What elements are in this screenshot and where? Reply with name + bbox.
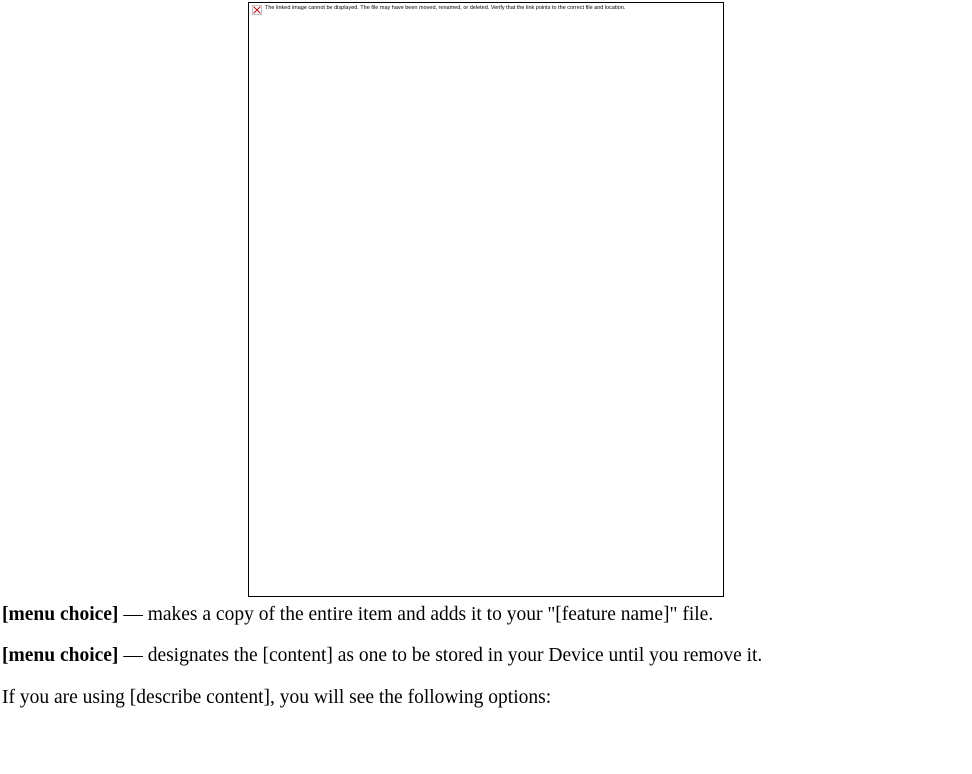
image-placeholder-row: The linked image cannot be displayed. Th…: [252, 5, 720, 15]
menu-description: designates the [content] as one to be st…: [148, 645, 763, 666]
menu-description: makes a copy of the entire item and adds…: [148, 604, 714, 625]
broken-image-text: The linked image cannot be displayed. Th…: [265, 5, 625, 12]
document-body: [menu choice] — makes a copy of the enti…: [0, 601, 972, 711]
separator: —: [118, 604, 147, 625]
menu-label: [menu choice]: [2, 645, 118, 666]
menu-entry: [menu choice] — makes a copy of the enti…: [2, 601, 968, 628]
broken-image-box: The linked image cannot be displayed. Th…: [248, 2, 724, 597]
separator: —: [118, 645, 147, 666]
menu-label: [menu choice]: [2, 604, 118, 625]
broken-image-icon: [252, 5, 262, 15]
menu-entry: [menu choice] — designates the [content]…: [2, 642, 968, 669]
followup-text: If you are using [describe content], you…: [2, 684, 968, 711]
